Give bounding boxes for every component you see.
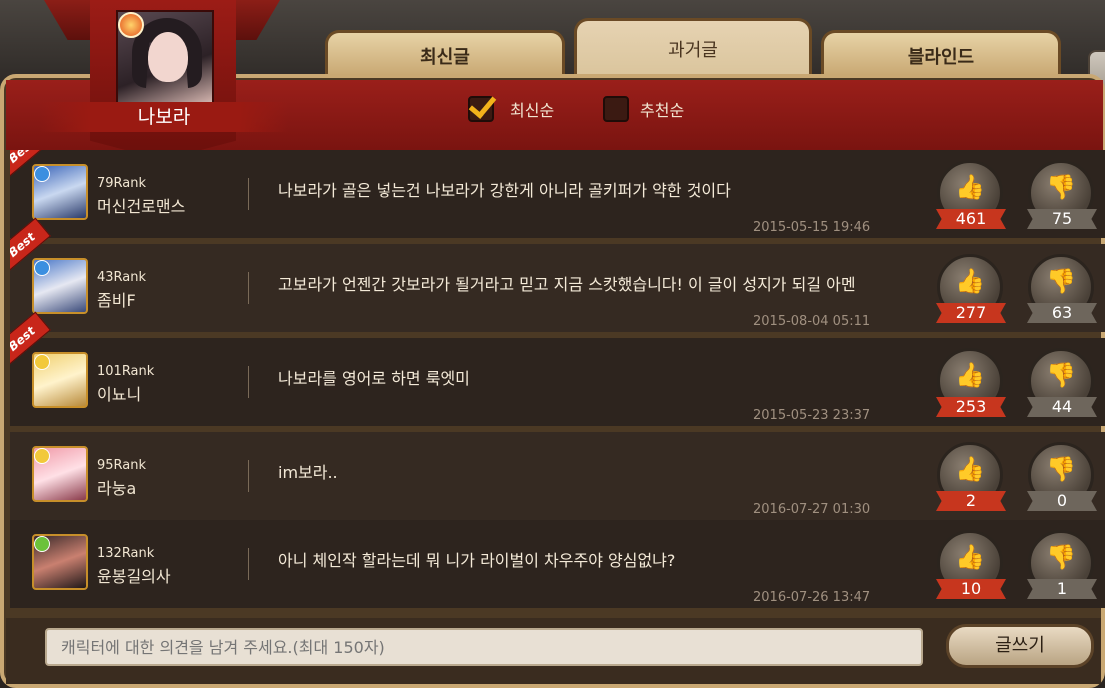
like-count: 2	[936, 491, 1006, 511]
user-rank: 101Rank	[97, 364, 155, 379]
thumbs-up-icon: 👍	[955, 267, 985, 295]
user-rank: 79Rank	[97, 176, 147, 191]
user-name: 머신건로맨스	[97, 197, 186, 216]
user-name: 이뇨니	[97, 385, 142, 404]
like-count: 253	[936, 397, 1006, 417]
dislike-count: 0	[1027, 491, 1097, 511]
sort-recommended-checkbox[interactable]	[603, 96, 629, 122]
character-name: 나보라	[40, 102, 288, 132]
like-button[interactable]: 👍 277	[936, 254, 1006, 323]
write-button[interactable]: 글쓰기	[946, 624, 1094, 668]
comment-date: 2016-07-26 13:47	[753, 590, 871, 605]
comment-text: 나보라가 골은 넣는건 나보라가 강한게 아니라 골키퍼가 약한 것이다	[278, 181, 731, 200]
user-name: 윤봉길의사	[97, 567, 171, 586]
dislike-button[interactable]: 👎 0	[1027, 442, 1097, 511]
dislike-count: 63	[1027, 303, 1097, 323]
comment-row: 132Rank 윤봉길의사 아니 체인작 할라는데 뭐 니가 라이벌이 차우주야…	[10, 520, 1105, 608]
like-count: 10	[936, 579, 1006, 599]
comment-date: 2015-05-23 23:37	[753, 408, 871, 423]
thumbs-up-icon: 👍	[955, 361, 985, 389]
dislike-button[interactable]: 👎 1	[1027, 530, 1097, 599]
tab-past[interactable]: 과거글	[574, 18, 812, 82]
user-rank: 95Rank	[97, 458, 147, 473]
portrait-face	[148, 32, 188, 82]
comment-row: Best 43Rank 좀비F 고보라가 언젠간 갓보라가 될거라고 믿고 지금…	[10, 217, 1105, 332]
sort-recommended-label: 추천순	[640, 101, 685, 120]
thumbs-down-icon: 👎	[1046, 267, 1076, 295]
comment-input[interactable]	[45, 628, 923, 666]
fire-element-icon	[118, 12, 144, 38]
thumbs-up-icon: 👍	[955, 543, 985, 571]
dislike-count: 75	[1027, 209, 1097, 229]
user-name: 좀비F	[97, 291, 136, 310]
comment-date: 2015-05-15 19:46	[753, 220, 871, 235]
comment-date: 2015-08-04 05:11	[753, 314, 871, 329]
comment-text: 나보라를 영어로 하면 룩엣미	[278, 369, 470, 388]
water-icon	[34, 166, 50, 182]
thumbs-down-icon: 👎	[1046, 543, 1076, 571]
thumbs-down-icon: 👎	[1046, 361, 1076, 389]
divider	[248, 272, 249, 304]
sort-latest-label: 최신순	[510, 101, 555, 120]
like-button[interactable]: 👍 461	[936, 160, 1006, 229]
sort-latest-checkbox[interactable]	[468, 90, 497, 122]
thumbs-down-icon: 👎	[1046, 173, 1076, 201]
dislike-button[interactable]: 👎 75	[1027, 160, 1097, 229]
light-icon	[34, 354, 50, 370]
dislike-count: 44	[1027, 397, 1097, 417]
light-icon	[34, 448, 50, 464]
like-button[interactable]: 👍 10	[936, 530, 1006, 599]
comment-row: Best 79Rank 머신건로맨스 나보라가 골은 넣는건 나보라가 강한게 …	[10, 150, 1105, 238]
user-name: 라눙a	[97, 479, 137, 498]
comment-list: Best 79Rank 머신건로맨스 나보라가 골은 넣는건 나보라가 강한게 …	[10, 150, 1105, 618]
divider	[248, 548, 249, 580]
comment-text: im보라..	[278, 463, 338, 482]
divider	[248, 460, 249, 492]
water-icon	[34, 260, 50, 276]
comment-text: 고보라가 언젠간 갓보라가 될거라고 믿고 지금 스캇했습니다! 이 글이 성지…	[278, 275, 856, 294]
like-count: 277	[936, 303, 1006, 323]
earth-icon	[34, 536, 50, 552]
comment-row: 95Rank 라눙a im보라.. 2016-07-27 01:30 👍 2 👎 0	[10, 432, 1105, 520]
divider	[248, 366, 249, 398]
like-button[interactable]: 👍 253	[936, 348, 1006, 417]
dislike-button[interactable]: 👎 44	[1027, 348, 1097, 417]
thumbs-up-icon: 👍	[955, 173, 985, 201]
dislike-count: 1	[1027, 579, 1097, 599]
comment-row: Best 101Rank 이뇨니 나보라를 영어로 하면 룩엣미 2015-05…	[10, 311, 1105, 426]
user-rank: 132Rank	[97, 546, 155, 561]
user-rank: 43Rank	[97, 270, 147, 285]
divider	[248, 178, 249, 210]
thumbs-up-icon: 👍	[955, 455, 985, 483]
dislike-button[interactable]: 👎 63	[1027, 254, 1097, 323]
thumbs-down-icon: 👎	[1046, 455, 1076, 483]
comment-text: 아니 체인작 할라는데 뭐 니가 라이벌이 차우주야 양심없냐?	[278, 551, 676, 570]
like-button[interactable]: 👍 2	[936, 442, 1006, 511]
comment-date: 2016-07-27 01:30	[753, 502, 871, 517]
like-count: 461	[936, 209, 1006, 229]
